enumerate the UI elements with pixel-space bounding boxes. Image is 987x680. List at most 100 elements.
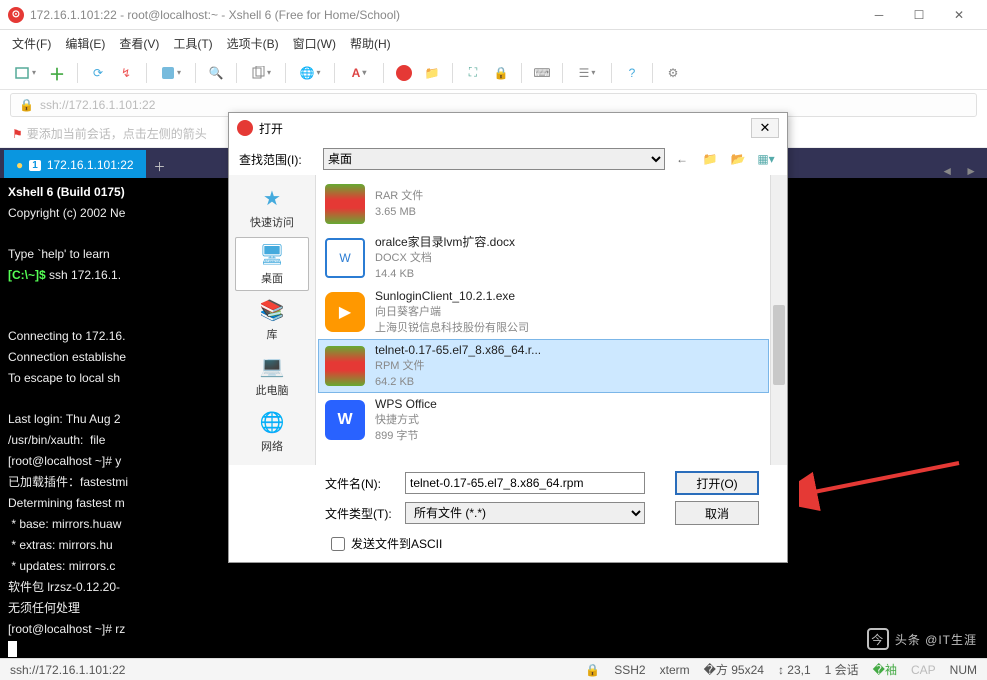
status-term: xterm: [660, 663, 690, 677]
tab-add-button[interactable]: ＋: [148, 154, 172, 178]
window-title: 172.16.1.101:22 - root@localhost:~ - Xsh…: [30, 8, 859, 22]
file-name: WPS Office: [375, 396, 437, 412]
menu-view[interactable]: 查看(V): [115, 33, 163, 54]
tab-scroll-left[interactable]: ◄: [935, 164, 959, 178]
status-ssh: SSH2: [614, 663, 645, 677]
dialog-icon: [237, 120, 253, 136]
fullscreen-button[interactable]: ⛶: [462, 62, 484, 84]
dialog-title: 打开: [259, 120, 751, 137]
menu-tabs[interactable]: 选项卡(B): [223, 33, 283, 54]
app-icon: ⊙: [8, 7, 24, 23]
lookin-label: 查找范围(I):: [239, 151, 317, 168]
maximize-button[interactable]: ☐: [899, 1, 939, 29]
sidebar-quick[interactable]: ★快速访问: [235, 181, 309, 235]
font-button[interactable]: A: [344, 62, 374, 84]
search-button[interactable]: 🔍: [205, 62, 227, 84]
dialog-close-button[interactable]: ✕: [751, 118, 779, 138]
folder-button[interactable]: 📁: [421, 62, 443, 84]
flag-icon: ⚑: [12, 127, 23, 141]
ascii-label: 发送文件到ASCII: [351, 535, 442, 552]
keyboard-button[interactable]: ⌨: [531, 62, 553, 84]
rar-icon: [325, 184, 365, 224]
rpm-icon: [325, 346, 365, 386]
lock-icon: 🔒: [19, 98, 34, 112]
ascii-checkbox[interactable]: [331, 537, 345, 551]
file-list: RAR 文件3.65 MBWoralce家目录lvm扩容.docxDOCX 文档…: [315, 175, 787, 465]
file-item[interactable]: RAR 文件3.65 MB: [318, 177, 769, 231]
file-type: 快捷方式: [375, 412, 437, 428]
cancel-button[interactable]: 取消: [675, 501, 759, 525]
help-button[interactable]: ?: [621, 62, 643, 84]
status-pos: ↕ 23,1: [778, 663, 811, 677]
minimize-button[interactable]: ─: [859, 1, 899, 29]
open-dialog: 打开 ✕ 查找范围(I): 桌面 ← 📁 📂 ▦▾ ★快速访问 🖥桌面 📚库 💻…: [228, 112, 788, 563]
lookin-select[interactable]: 桌面: [323, 148, 665, 170]
menu-file[interactable]: 文件(F): [8, 33, 55, 54]
status-size: �方 95x24: [704, 661, 764, 678]
docx-icon: W: [325, 238, 365, 278]
menu-window[interactable]: 窗口(W): [289, 33, 340, 54]
status-num: NUM: [950, 663, 977, 677]
status-bar: ssh://172.16.1.101:22 🔒 SSH2 xterm �方 95…: [0, 658, 987, 680]
menu-tools[interactable]: 工具(T): [169, 33, 216, 54]
sidebar-desktop[interactable]: 🖥桌面: [235, 237, 309, 291]
menu-help[interactable]: 帮助(H): [346, 33, 395, 54]
file-name: oralce家目录lvm扩容.docx: [375, 234, 515, 250]
filetype-select[interactable]: 所有文件 (*.*): [405, 502, 645, 524]
status-cap: CAP: [911, 663, 936, 677]
menubar: 文件(F) 编辑(E) 查看(V) 工具(T) 选项卡(B) 窗口(W) 帮助(…: [0, 30, 987, 56]
add-button[interactable]: ＋: [46, 62, 68, 84]
file-type: DOCX 文档: [375, 250, 515, 266]
cursor: [8, 641, 17, 657]
filename-label: 文件名(N):: [325, 475, 397, 492]
file-item[interactable]: Woralce家目录lvm扩容.docxDOCX 文档14.4 KB: [318, 231, 769, 285]
reconnect-button[interactable]: ⟳: [87, 62, 109, 84]
wps-icon: W: [325, 400, 365, 440]
disconnect-button[interactable]: ↯: [115, 62, 137, 84]
new-session-button[interactable]: [10, 62, 40, 84]
sidebar-library[interactable]: 📚库: [235, 293, 309, 347]
file-name: telnet-0.17-65.el7_8.x86_64.r...: [375, 342, 541, 358]
settings-button[interactable]: ⚙: [662, 62, 684, 84]
close-button[interactable]: ✕: [939, 1, 979, 29]
file-type: RAR 文件: [375, 188, 423, 204]
nav-up-button[interactable]: 📁: [699, 148, 721, 170]
list-button[interactable]: ☰: [572, 62, 602, 84]
titlebar: ⊙ 172.16.1.101:22 - root@localhost:~ - X…: [0, 0, 987, 30]
tab-label: 172.16.1.101:22: [47, 158, 134, 172]
hint-text: 要添加当前会话，点击左侧的箭头: [27, 125, 207, 142]
nav-newfolder-button[interactable]: 📂: [727, 148, 749, 170]
profile-button[interactable]: [156, 62, 186, 84]
lock-button[interactable]: 🔒: [490, 62, 512, 84]
status-session: 1 会话: [825, 661, 859, 678]
lookin-row: 查找范围(I): 桌面 ← 📁 📂 ▦▾: [229, 143, 787, 175]
menu-edit[interactable]: 编辑(E): [61, 33, 109, 54]
copy-button[interactable]: [246, 62, 276, 84]
nav-back-button[interactable]: ←: [671, 148, 693, 170]
status-lock-icon: 🔒: [585, 663, 600, 677]
tab-scroll-right[interactable]: ►: [959, 164, 983, 178]
file-item[interactable]: SunloginClient_10.2.1.exe向日葵客户端上海贝锐信息科技股…: [318, 285, 769, 339]
exe-icon: [325, 292, 365, 332]
xshell-button[interactable]: [393, 62, 415, 84]
dialog-bottom: 文件名(N): 打开(O) 文件类型(T): 所有文件 (*.*) 取消 发送文…: [229, 465, 787, 562]
file-item[interactable]: WWPS Office快捷方式899 字节: [318, 393, 769, 447]
sidebar-thispc[interactable]: 💻此电脑: [235, 349, 309, 403]
globe-button[interactable]: 🌐: [295, 62, 325, 84]
tab-session-1[interactable]: ● 1 172.16.1.101:22: [4, 150, 146, 178]
filename-input[interactable]: [405, 472, 645, 494]
file-size: 14.4 KB: [375, 266, 515, 282]
nav-views-button[interactable]: ▦▾: [755, 148, 777, 170]
dialog-sidebar: ★快速访问 🖥桌面 📚库 💻此电脑 🌐网络: [229, 175, 315, 465]
file-item[interactable]: telnet-0.17-65.el7_8.x86_64.r...RPM 文件64…: [318, 339, 769, 393]
filetype-label: 文件类型(T):: [325, 505, 397, 522]
status-addr: ssh://172.16.1.101:22: [10, 663, 125, 677]
file-type: RPM 文件: [375, 358, 541, 374]
sidebar-network[interactable]: 🌐网络: [235, 405, 309, 459]
open-button[interactable]: 打开(O): [675, 471, 759, 495]
tab-number: 1: [29, 160, 41, 171]
file-list-scrollbar[interactable]: [770, 175, 787, 465]
toolbar: ＋ ⟳ ↯ 🔍 🌐 A 📁 ⛶ 🔒 ⌨ ☰ ? ⚙: [0, 56, 987, 90]
dialog-titlebar: 打开 ✕: [229, 113, 787, 143]
watermark: 今 头条 @IT生涯: [867, 628, 977, 650]
